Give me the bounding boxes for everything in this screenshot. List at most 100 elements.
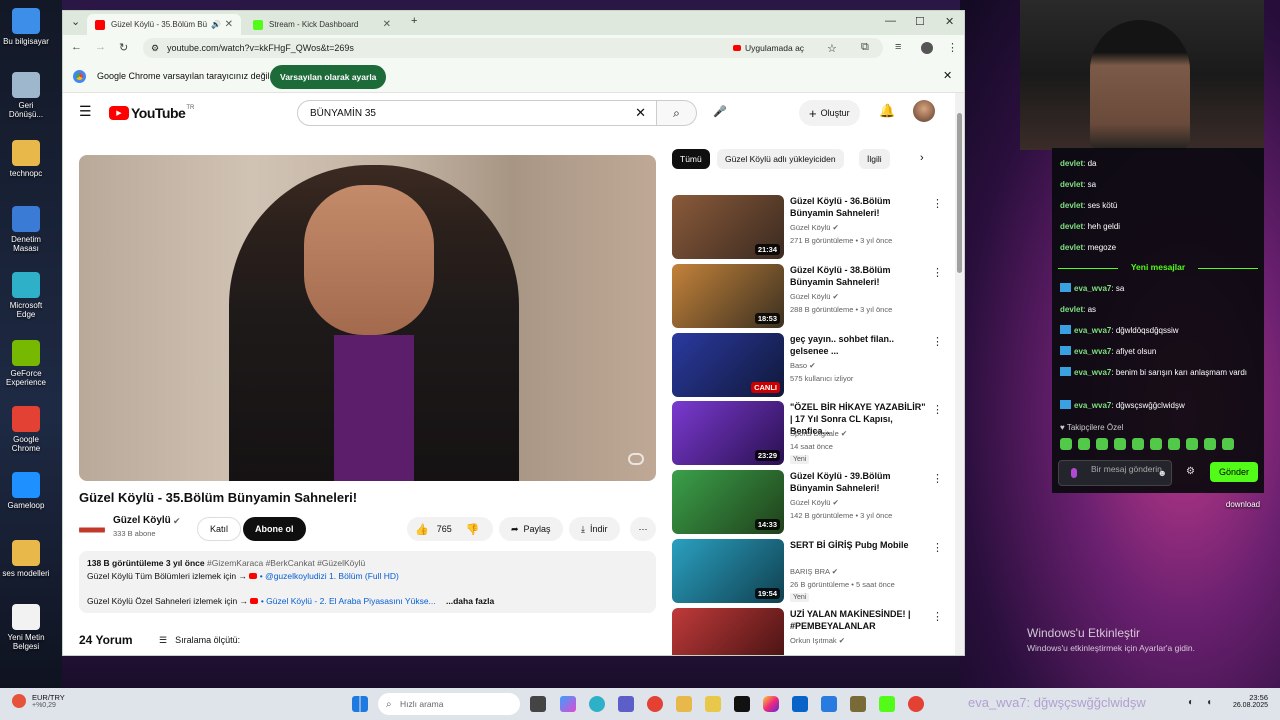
dislike-icon[interactable]: 👎 [466,523,480,536]
notifications-bell-icon[interactable]: 🔔 [879,103,895,119]
search-input[interactable]: BÜNYAMİN 35 ✕ [297,100,657,126]
account-avatar[interactable] [913,100,935,122]
video-item-channel[interactable]: Güzel Köylü ✔ [790,498,839,507]
task-view-icon[interactable] [530,696,546,712]
related-video-item[interactable]: UZİ YALAN MAKİNESİNDE! | #PEMBEYALANLAR O… [672,608,952,655]
video-item-title[interactable]: UZİ YALAN MAKİNESİNDE! | #PEMBEYALANLAR [790,608,930,632]
minimize-icon[interactable]: — [885,15,896,27]
desktop-icon-download[interactable]: download [1218,500,1268,509]
video-thumbnail[interactable]: 21:34 [672,195,784,259]
window-close-icon[interactable]: ✕ [945,15,954,28]
chat-mic-icon[interactable] [1071,468,1077,478]
outlook-icon[interactable] [792,696,808,712]
microphone-icon[interactable]: 🎤 [713,105,727,118]
video-item-title[interactable]: SERT Bİ GİRİŞ Pubg Mobile [790,539,930,551]
chat-message-input[interactable]: Bir mesaj gönderin ☻ [1058,460,1172,486]
like-icon[interactable]: 👍 [415,523,429,536]
video-thumbnail[interactable]: CANLI [672,333,784,397]
emoji-icon[interactable]: ☻ [1158,468,1167,478]
desktop-icon[interactable]: Microsoft Edge [2,272,50,319]
item-more-icon[interactable]: ⋮ [932,541,943,554]
media-controls-icon[interactable]: ≡ [895,41,901,53]
video-thumbnail[interactable]: 18:53 [672,264,784,328]
file-explorer-icon[interactable] [676,696,692,712]
teams-icon[interactable] [618,696,634,712]
clock[interactable]: 23:56 26.08.2025 [1228,693,1268,709]
video-player[interactable] [79,155,656,481]
emote-icon[interactable] [1096,438,1108,450]
desc-line1-link[interactable]: • @guzelkoyludizi 1. Bölüm (Full HD) [249,571,399,581]
profile-avatar[interactable] [921,42,933,54]
item-more-icon[interactable]: ⋮ [932,403,943,416]
desktop-icon[interactable]: ses modelleri [2,540,50,578]
desc-line2-link[interactable]: • Güzel Köylü - 2. El Araba Piyasasını Y… [250,596,436,606]
chat-username[interactable]: devlet [1060,222,1083,231]
more-actions-button[interactable]: ⋯ [630,517,656,541]
folder-icon[interactable] [705,696,721,712]
desktop-icon[interactable]: Bu bilgisayar [2,8,50,46]
show-more-link[interactable]: ...daha fazla [446,596,494,606]
emote-icon[interactable] [1078,438,1090,450]
item-more-icon[interactable]: ⋮ [932,266,943,279]
tab-search-icon[interactable]: ⌄ [71,15,80,28]
related-video-item[interactable]: 14:33 Güzel Köylü - 39.Bölüm Bünyamin Sah… [672,470,952,534]
video-item-channel[interactable]: Güzel Köylü ✔ [790,223,839,232]
subscribe-button[interactable]: Abone ol [243,517,306,541]
video-item-channel[interactable]: Orkun Işıtmak ✔ [790,636,845,645]
chips-next-icon[interactable]: › [920,152,924,164]
desktop-icon[interactable]: Yeni Metin Belgesi [2,604,50,651]
chat-username[interactable]: devlet [1060,305,1083,314]
browser-menu-icon[interactable]: ⋮ [947,41,958,54]
copilot-icon[interactable] [560,696,576,712]
edge-icon[interactable] [589,696,605,712]
taskbar-search[interactable]: ⌕ Hızlı arama [378,693,520,715]
menu-icon[interactable]: ☰ [79,103,92,120]
related-video-item[interactable]: CANLI geç yayın.. sohbet filan.. gelsenee… [672,333,952,397]
scrollbar-thumb[interactable] [957,113,962,273]
chat-username[interactable]: eva_wva7 [1074,401,1111,410]
chat-send-button[interactable]: Gönder [1210,462,1258,482]
share-button[interactable]: ➦ Paylaş [499,517,563,541]
desktop-icon[interactable]: Google Chrome [2,406,50,453]
video-thumbnail[interactable]: 19:54 [672,539,784,603]
emote-icon[interactable] [1150,438,1162,450]
instagram-icon[interactable] [763,696,779,712]
chat-username[interactable]: eva_wva7 [1074,368,1111,377]
chat-username[interactable]: eva_wva7 [1074,347,1111,356]
app-icon[interactable] [850,696,866,712]
video-item-channel[interactable]: BARIŞ BRA ✔ [790,567,838,576]
emote-icon[interactable] [1132,438,1144,450]
url-field[interactable]: ⚙ youtube.com/watch?v=kkFHgF_QWos&t=269s… [143,38,883,58]
desktop-icon[interactable]: Geri Dönüşü... [2,72,50,119]
chip-related[interactable]: İlgili [859,149,890,169]
chat-settings-icon[interactable]: ⚙ [1186,466,1195,477]
open-in-app-button[interactable]: Uygulamada aç [733,43,804,53]
tab-close-icon[interactable]: ✕ [383,19,391,30]
chat-username[interactable]: eva_wva7 [1074,284,1111,293]
related-video-item[interactable]: 23:29 "ÖZEL BİR HİKAYE YAZABİLİR" | 17 Yı… [672,401,952,465]
video-item-channel[interactable]: Güzel Köylü ✔ [790,292,839,301]
channel-name[interactable]: Güzel Köylü [113,515,171,526]
bookmark-star-icon[interactable]: ☆ [827,42,837,55]
emote-icon[interactable] [1222,438,1234,450]
tab-close-icon[interactable]: ✕ [225,19,233,30]
join-button[interactable]: Katıl [197,517,242,541]
video-item-channel[interactable]: Sports Digitale ✔ [790,429,847,438]
search-button[interactable]: ⌕ [657,100,697,126]
new-tab-icon[interactable]: + [411,15,417,27]
start-icon[interactable] [352,696,368,712]
chat-username[interactable]: devlet [1060,243,1083,252]
store-icon[interactable] [821,696,837,712]
tab-youtube[interactable]: Güzel Köylü - 35.Bölüm Bü 🔊 ✕ [87,14,241,35]
volume-icon[interactable]: ◖ [1206,697,1212,708]
forward-icon[interactable]: → [95,41,106,53]
chip-all[interactable]: Tümü [672,149,710,169]
maximize-icon[interactable]: ☐ [915,15,925,28]
emote-icon[interactable] [1168,438,1180,450]
kick-icon[interactable] [879,696,895,712]
desktop-icon[interactable]: GeForce Experience [2,340,50,387]
create-button[interactable]: + Oluştur [799,100,860,126]
emote-icon[interactable] [1204,438,1216,450]
video-thumbnail[interactable]: 14:33 [672,470,784,534]
chip-from-uploader[interactable]: Güzel Köylü adlı yükleyiciden [717,149,844,169]
